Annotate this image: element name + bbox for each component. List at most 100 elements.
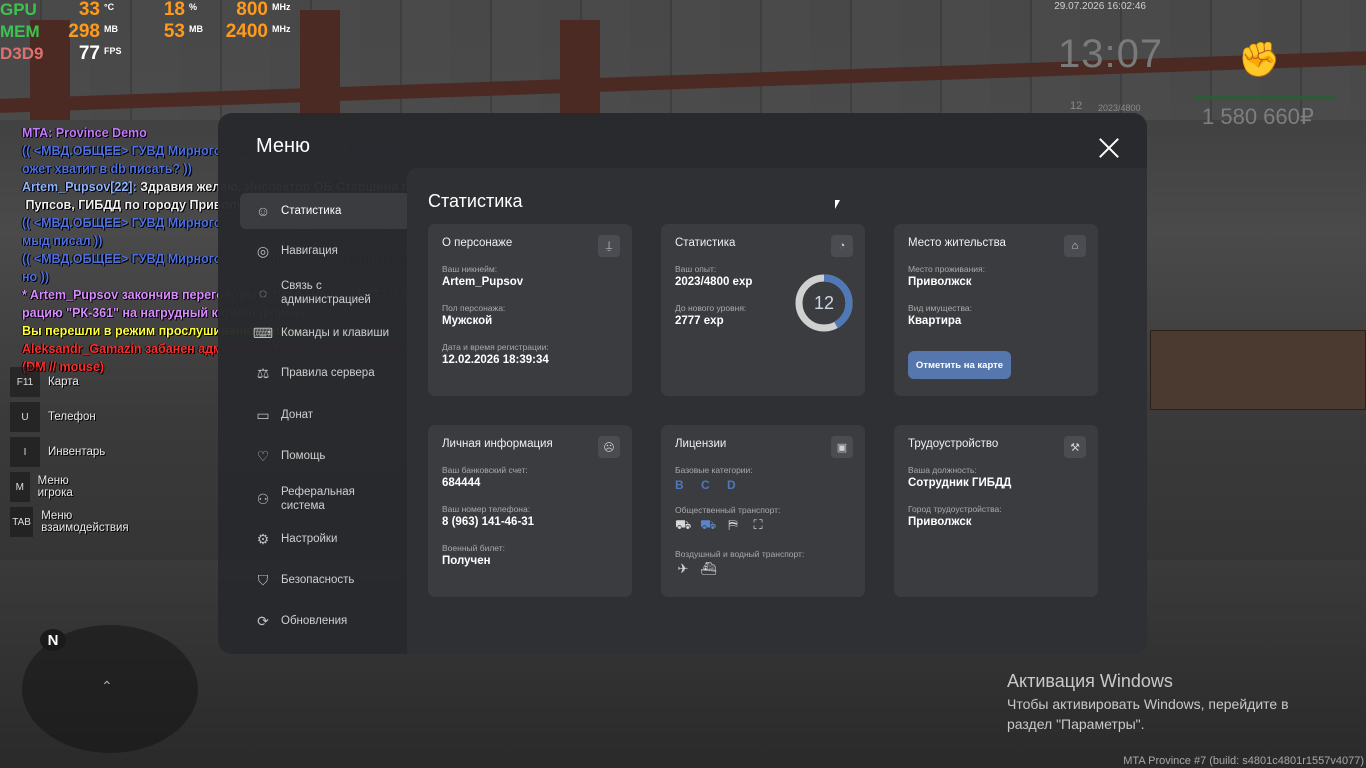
field-label: Ваш номер телефона: [442, 504, 531, 514]
hud-unit: MHz [272, 24, 291, 34]
id-card-icon: ▣ [831, 436, 853, 458]
field-label: Место проживания: [908, 264, 985, 274]
chat-text: Artem_Pupsov[22]: [22, 180, 141, 194]
key-action-label: Телефон [48, 411, 96, 423]
field-label: Ваша должность: [908, 465, 977, 475]
nav-item[interactable]: ⛉ Безопасность [240, 562, 410, 598]
card-title: Место жительства [908, 237, 1006, 249]
close-icon[interactable] [1098, 137, 1120, 159]
mark-on-map-button[interactable]: Отметить на карте [908, 351, 1011, 379]
military-id-value: Получен [442, 555, 491, 567]
property-value: Квартира [908, 315, 962, 327]
shield-icon: ⛉ [257, 571, 269, 588]
field-label: До нового уровня: [675, 303, 747, 313]
player-menu: Меню ☺ Статистика ◎ Навигация ◌ Связь с админ… [218, 113, 1147, 654]
key-label: U [10, 402, 40, 432]
card-title: Лицензии [675, 438, 727, 450]
field-label: Базовые категории: [675, 465, 753, 475]
hud-value: 33 [78, 0, 100, 20]
hud-tag: D3D9 [0, 44, 44, 63]
nav-item[interactable]: ◌ Связь с администрацией [240, 275, 410, 311]
nav-item[interactable]: ⚖ Правила сервера [240, 355, 410, 391]
player-arrow-icon: ⌃ [101, 678, 113, 694]
compass-icon: ◎ [256, 242, 270, 259]
bus-icon: ⛟ [675, 517, 692, 532]
hud-health-bar [1193, 96, 1336, 100]
level-value: 12 [813, 292, 835, 313]
background-beam [300, 10, 340, 120]
card-title: Статистика [675, 237, 736, 249]
field-label: Общественный транспорт: [675, 505, 781, 515]
nav-item-label: Безопасность [281, 574, 355, 586]
update-icon: ⟳ [257, 612, 269, 629]
key-label: TAB [10, 507, 34, 537]
stamp-icon: ⍊ [598, 235, 620, 257]
card-personal: Личная информация ☹ Ваш банковский счет:… [428, 425, 632, 597]
nav-item[interactable]: ⌨ Команды и клавиши [240, 315, 410, 351]
nav-item[interactable]: ◎ Навигация [240, 233, 410, 269]
nav-item-label: Донат [281, 409, 314, 421]
keyboard-icon: ⌨ [252, 324, 274, 341]
nav-item-label: Настройки [281, 533, 338, 545]
hud-unit: FPS [104, 46, 122, 56]
fist-icon: ✊ [1238, 41, 1281, 79]
air-water-transport-icons: ✈ ⛴ [675, 561, 717, 577]
card-residence: Место жительства ⌂ Место проживания: При… [894, 224, 1098, 396]
residence-value: Приволжск [908, 276, 972, 288]
nav-item[interactable]: ☺ Статистика [240, 193, 410, 229]
hud-clock: 13:07 [1058, 32, 1164, 76]
trolleybus-icon: ⛟ [700, 517, 717, 532]
field-label: Ваш банковский счет: [442, 465, 528, 475]
hud-unit: % [189, 2, 198, 12]
card-licenses: Лицензии ▣ Базовые категории: B C D Обще… [661, 425, 865, 597]
nav-item-label: Реферальная система [281, 486, 355, 512]
card-job: Трудоустройство ⚒ Ваша должность: Сотруд… [894, 425, 1098, 597]
job-city-value: Приволжск [908, 516, 972, 528]
hud-unit: °C [104, 2, 115, 12]
nav-item-label: Навигация [281, 245, 338, 257]
face-icon: ☹ [598, 436, 620, 458]
key-hint: M Меню игрока [10, 472, 83, 502]
train-icon: ⛶ [753, 517, 763, 532]
activation-desc: Чтобы активировать Windows, перейдите в [1007, 696, 1289, 712]
nav-item[interactable]: ⟳ Обновления [240, 603, 410, 639]
nav-item-label: Помощь [281, 450, 326, 462]
hud-value: 77 [78, 43, 100, 64]
heart-icon: ♡ [256, 447, 270, 464]
next-level-value: 2777 exp [675, 315, 724, 327]
menu-title: Меню [256, 135, 311, 157]
hammer-icon: ⚒ [1064, 436, 1086, 458]
nav-item-label: Статистика [281, 205, 342, 217]
key-label: I [10, 437, 40, 467]
activation-title: Активация Windows [1007, 671, 1173, 691]
nav-item[interactable]: ♡ Помощь [240, 438, 410, 474]
tram-icon: ⛿ [728, 517, 738, 532]
pie-icon: ◔ [831, 235, 853, 257]
gender-value: Мужской [442, 315, 493, 327]
network-icon: ⚇ [256, 490, 270, 507]
scales-icon: ⚖ [256, 364, 270, 381]
card-title: О персонаже [442, 237, 513, 249]
exp-value: 2023/4800 exp [675, 276, 753, 288]
nav-item-label: Правила сервера [281, 367, 375, 379]
nav-item[interactable]: ⚙ Настройки [240, 521, 410, 557]
nav-item[interactable]: ▭ Донат [240, 397, 410, 433]
field-label: Дата и время регистрации: [442, 342, 549, 352]
nickname-value: Artem_Pupsov [442, 276, 524, 288]
hud-level: 12 [1070, 100, 1083, 112]
registration-value: 12.02.2026 18:39:34 [442, 354, 549, 366]
hud-datetime: 29.07.2026 16:02:46 [1054, 1, 1146, 12]
field-label: Вид имущества: [908, 303, 972, 313]
bank-account-value: 684444 [442, 477, 481, 489]
chat-text: MTA: Province Demo [22, 126, 147, 140]
nav-item[interactable]: ⚇ Реферальная система [240, 481, 410, 517]
statistics-panel: Статистика О персонаже ⍊ Ваш никнейм: Ar… [407, 168, 1147, 654]
home-icon: ⌂ [1064, 235, 1086, 257]
windows-activation-notice: Активация Windows Чтобы активировать Win… [1007, 671, 1289, 734]
hud-value: 2400 [225, 21, 268, 42]
field-label: Ваш никнейм: [442, 264, 498, 274]
chat-icon: ◌ [258, 285, 268, 301]
background-crate [1150, 330, 1366, 410]
key-action-label: Меню игрока [37, 475, 73, 499]
wallet-icon: ▭ [256, 406, 270, 423]
